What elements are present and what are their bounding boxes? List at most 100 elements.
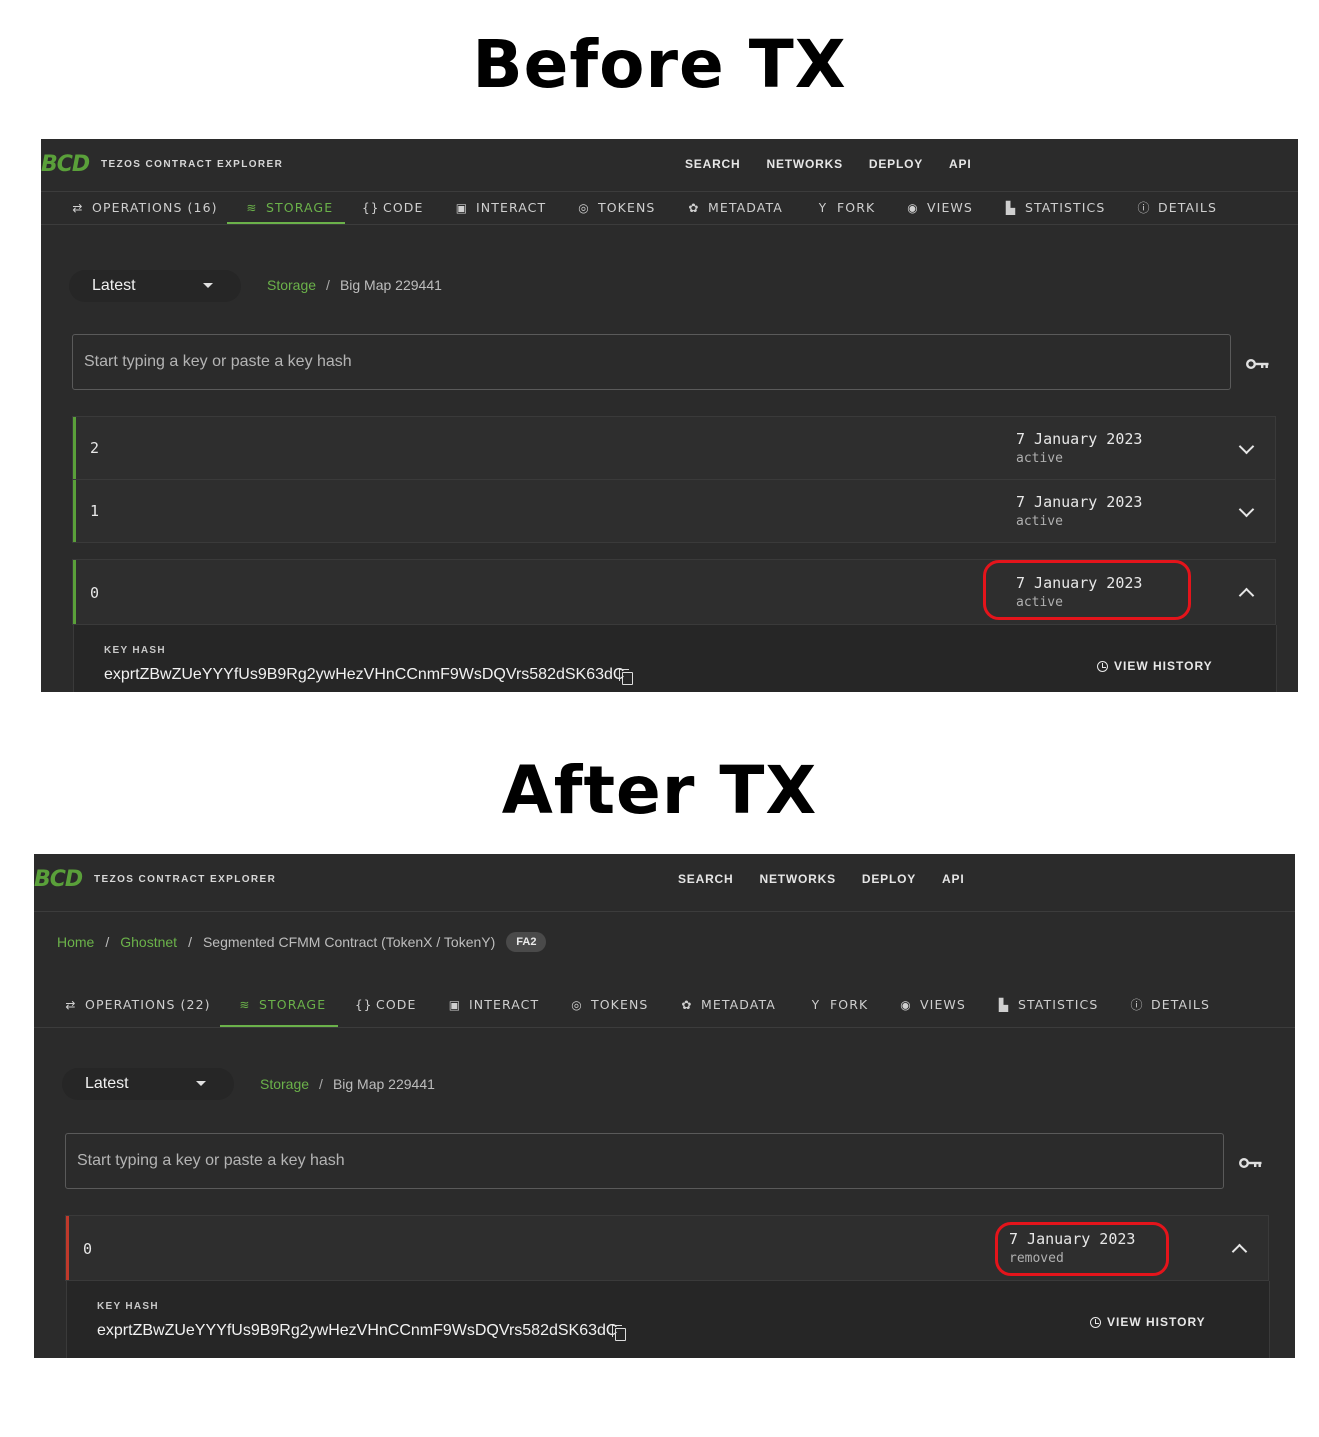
key-hash-value: exprtZBwZUeYYYfUs9B9Rg2ywHezVHnCCnmF9WsD… <box>104 666 625 683</box>
puzzle-icon: ✿ <box>688 200 700 215</box>
tab-label: STATISTICS <box>1025 200 1106 215</box>
highlight-annotation <box>983 560 1191 620</box>
crumb-bigmap: Big Map 229441 <box>332 1076 435 1092</box>
key-hash-value: exprtZBwZUeYYYfUs9B9Rg2ywHezVHnCCnmF9WsD… <box>97 1322 618 1339</box>
tab-label: CODE <box>376 997 417 1012</box>
key-search-input[interactable] <box>73 335 1230 389</box>
tab-metadata[interactable]: ✿ METADATA <box>680 988 776 1021</box>
storage-version-select[interactable]: Latest <box>69 270 241 302</box>
tab-operations[interactable]: ⇄ OPERATIONS (16) <box>71 191 218 224</box>
tab-storage[interactable]: ≋ STORAGE <box>238 988 326 1021</box>
crumb-network[interactable]: Ghostnet <box>120 934 177 950</box>
row-key: 0 <box>90 584 100 602</box>
nav-api[interactable]: API <box>942 872 964 886</box>
tab-fork[interactable]: Y FORK <box>809 988 868 1021</box>
tab-metadata[interactable]: ✿ METADATA <box>687 191 783 224</box>
tokens-icon: ◎ <box>571 997 583 1012</box>
info-icon: ⓘ <box>1137 201 1151 215</box>
view-history-button[interactable]: VIEW HISTORY <box>1097 659 1213 673</box>
database-icon: ≋ <box>246 200 258 215</box>
status-bar <box>66 1216 69 1280</box>
key-search-field[interactable] <box>65 1133 1224 1189</box>
crumb-separator: / <box>326 277 330 293</box>
storage-version-select[interactable]: Latest <box>62 1068 234 1100</box>
tab-label: FORK <box>837 200 876 215</box>
tab-label: TOKENS <box>591 997 649 1012</box>
tab-label: DETAILS <box>1151 997 1211 1012</box>
nav-deploy[interactable]: DEPLOY <box>869 157 923 171</box>
chart-icon: ▙ <box>998 997 1010 1012</box>
tab-views[interactable]: ◉ VIEWS <box>906 191 973 224</box>
crumb-storage[interactable]: Storage <box>267 277 316 293</box>
highlight-annotation <box>995 1222 1169 1276</box>
chevron-up-icon[interactable] <box>1238 587 1255 604</box>
chevron-down-icon[interactable] <box>1238 501 1255 518</box>
tab-tokens[interactable]: ◎ TOKENS <box>570 988 648 1021</box>
tab-views[interactable]: ◉ VIEWS <box>899 988 966 1021</box>
crumb-storage[interactable]: Storage <box>260 1076 309 1092</box>
key-search-field[interactable] <box>72 334 1231 390</box>
bcd-logo[interactable]: BCD <box>41 152 90 177</box>
row-date: 7 January 2023 <box>1016 430 1143 448</box>
tab-label: INTERACT <box>476 200 547 215</box>
play-box-icon: ▣ <box>448 997 462 1012</box>
nav-networks[interactable]: NETWORKS <box>766 157 842 171</box>
chevron-down-icon[interactable] <box>1238 438 1255 455</box>
tab-label: DETAILS <box>1158 200 1218 215</box>
view-history-button[interactable]: VIEW HISTORY <box>1090 1315 1206 1329</box>
chart-icon: ▙ <box>1005 200 1017 215</box>
contract-tabs: ⇄ OPERATIONS (22) ≋ STORAGE {} CODE ▣ INTERA… <box>34 988 1295 1028</box>
chevron-up-icon[interactable] <box>1231 1243 1248 1260</box>
tab-tokens[interactable]: ◎ TOKENS <box>577 191 655 224</box>
swap-icon: ⇄ <box>72 200 84 215</box>
nav-search[interactable]: SEARCH <box>685 157 740 171</box>
tab-code[interactable]: {} CODE <box>362 191 424 224</box>
bigmap-row[interactable]: 2 7 January 2023 active <box>72 416 1276 480</box>
key-icon[interactable] <box>1239 1157 1263 1169</box>
row-status: active <box>1016 451 1063 466</box>
nav-deploy[interactable]: DEPLOY <box>862 872 916 886</box>
crumb-contract: Segmented CFMM Contract (TokenX / TokenY… <box>202 934 496 950</box>
copy-icon[interactable] <box>612 1325 626 1341</box>
key-icon[interactable] <box>1246 358 1270 370</box>
tab-interact[interactable]: ▣ INTERACT <box>455 191 546 224</box>
nav-api[interactable]: API <box>949 157 971 171</box>
fa2-badge: FA2 <box>506 932 547 952</box>
tab-operations[interactable]: ⇄ OPERATIONS (22) <box>64 988 211 1021</box>
select-value: Latest <box>85 1075 129 1092</box>
crumb-bigmap: Big Map 229441 <box>339 277 442 293</box>
eye-icon: ◉ <box>907 200 919 215</box>
tab-storage[interactable]: ≋ STORAGE <box>245 191 333 224</box>
bcd-logo[interactable]: BCD <box>34 867 83 892</box>
top-nav: SEARCH NETWORKS DEPLOY API <box>678 872 964 886</box>
after-screenshot: BCD TEZOS CONTRACT EXPLORER SEARCH NETWO… <box>34 854 1295 1358</box>
tab-details[interactable]: ⓘ DETAILS <box>1130 988 1210 1021</box>
crumb-separator: / <box>105 934 110 950</box>
after-heading: After TX <box>501 752 818 829</box>
top-app-bar: BCD TEZOS CONTRACT EXPLORER SEARCH NETWO… <box>34 854 1295 912</box>
copy-icon[interactable] <box>619 669 633 685</box>
tab-fork[interactable]: Y FORK <box>816 191 875 224</box>
bigmap-row[interactable]: 1 7 January 2023 active <box>72 479 1276 543</box>
tab-statistics[interactable]: ▙ STATISTICS <box>997 988 1098 1021</box>
tab-code[interactable]: {} CODE <box>355 988 417 1021</box>
nav-networks[interactable]: NETWORKS <box>759 872 835 886</box>
crumb-home[interactable]: Home <box>57 934 94 950</box>
brand-title: TEZOS CONTRACT EXPLORER <box>101 159 284 170</box>
eye-icon: ◉ <box>900 997 912 1012</box>
swap-icon: ⇄ <box>65 997 77 1012</box>
tab-statistics[interactable]: ▙ STATISTICS <box>1004 191 1105 224</box>
tab-details[interactable]: ⓘ DETAILS <box>1137 191 1217 224</box>
tab-label: STORAGE <box>266 200 334 215</box>
tokens-icon: ◎ <box>578 200 590 215</box>
top-nav: SEARCH NETWORKS DEPLOY API <box>685 157 971 171</box>
before-heading: Before TX <box>472 26 847 103</box>
brand-title: TEZOS CONTRACT EXPLORER <box>94 874 277 885</box>
nav-search[interactable]: SEARCH <box>678 872 733 886</box>
key-detail-panel: KEY HASH exprtZBwZUeYYYfUs9B9Rg2ywHezVHn… <box>66 1281 1270 1358</box>
tab-interact[interactable]: ▣ INTERACT <box>448 988 539 1021</box>
key-hash-label: KEY HASH <box>97 1301 159 1312</box>
play-box-icon: ▣ <box>455 200 469 215</box>
tab-label: VIEWS <box>920 997 966 1012</box>
key-search-input[interactable] <box>66 1134 1223 1188</box>
